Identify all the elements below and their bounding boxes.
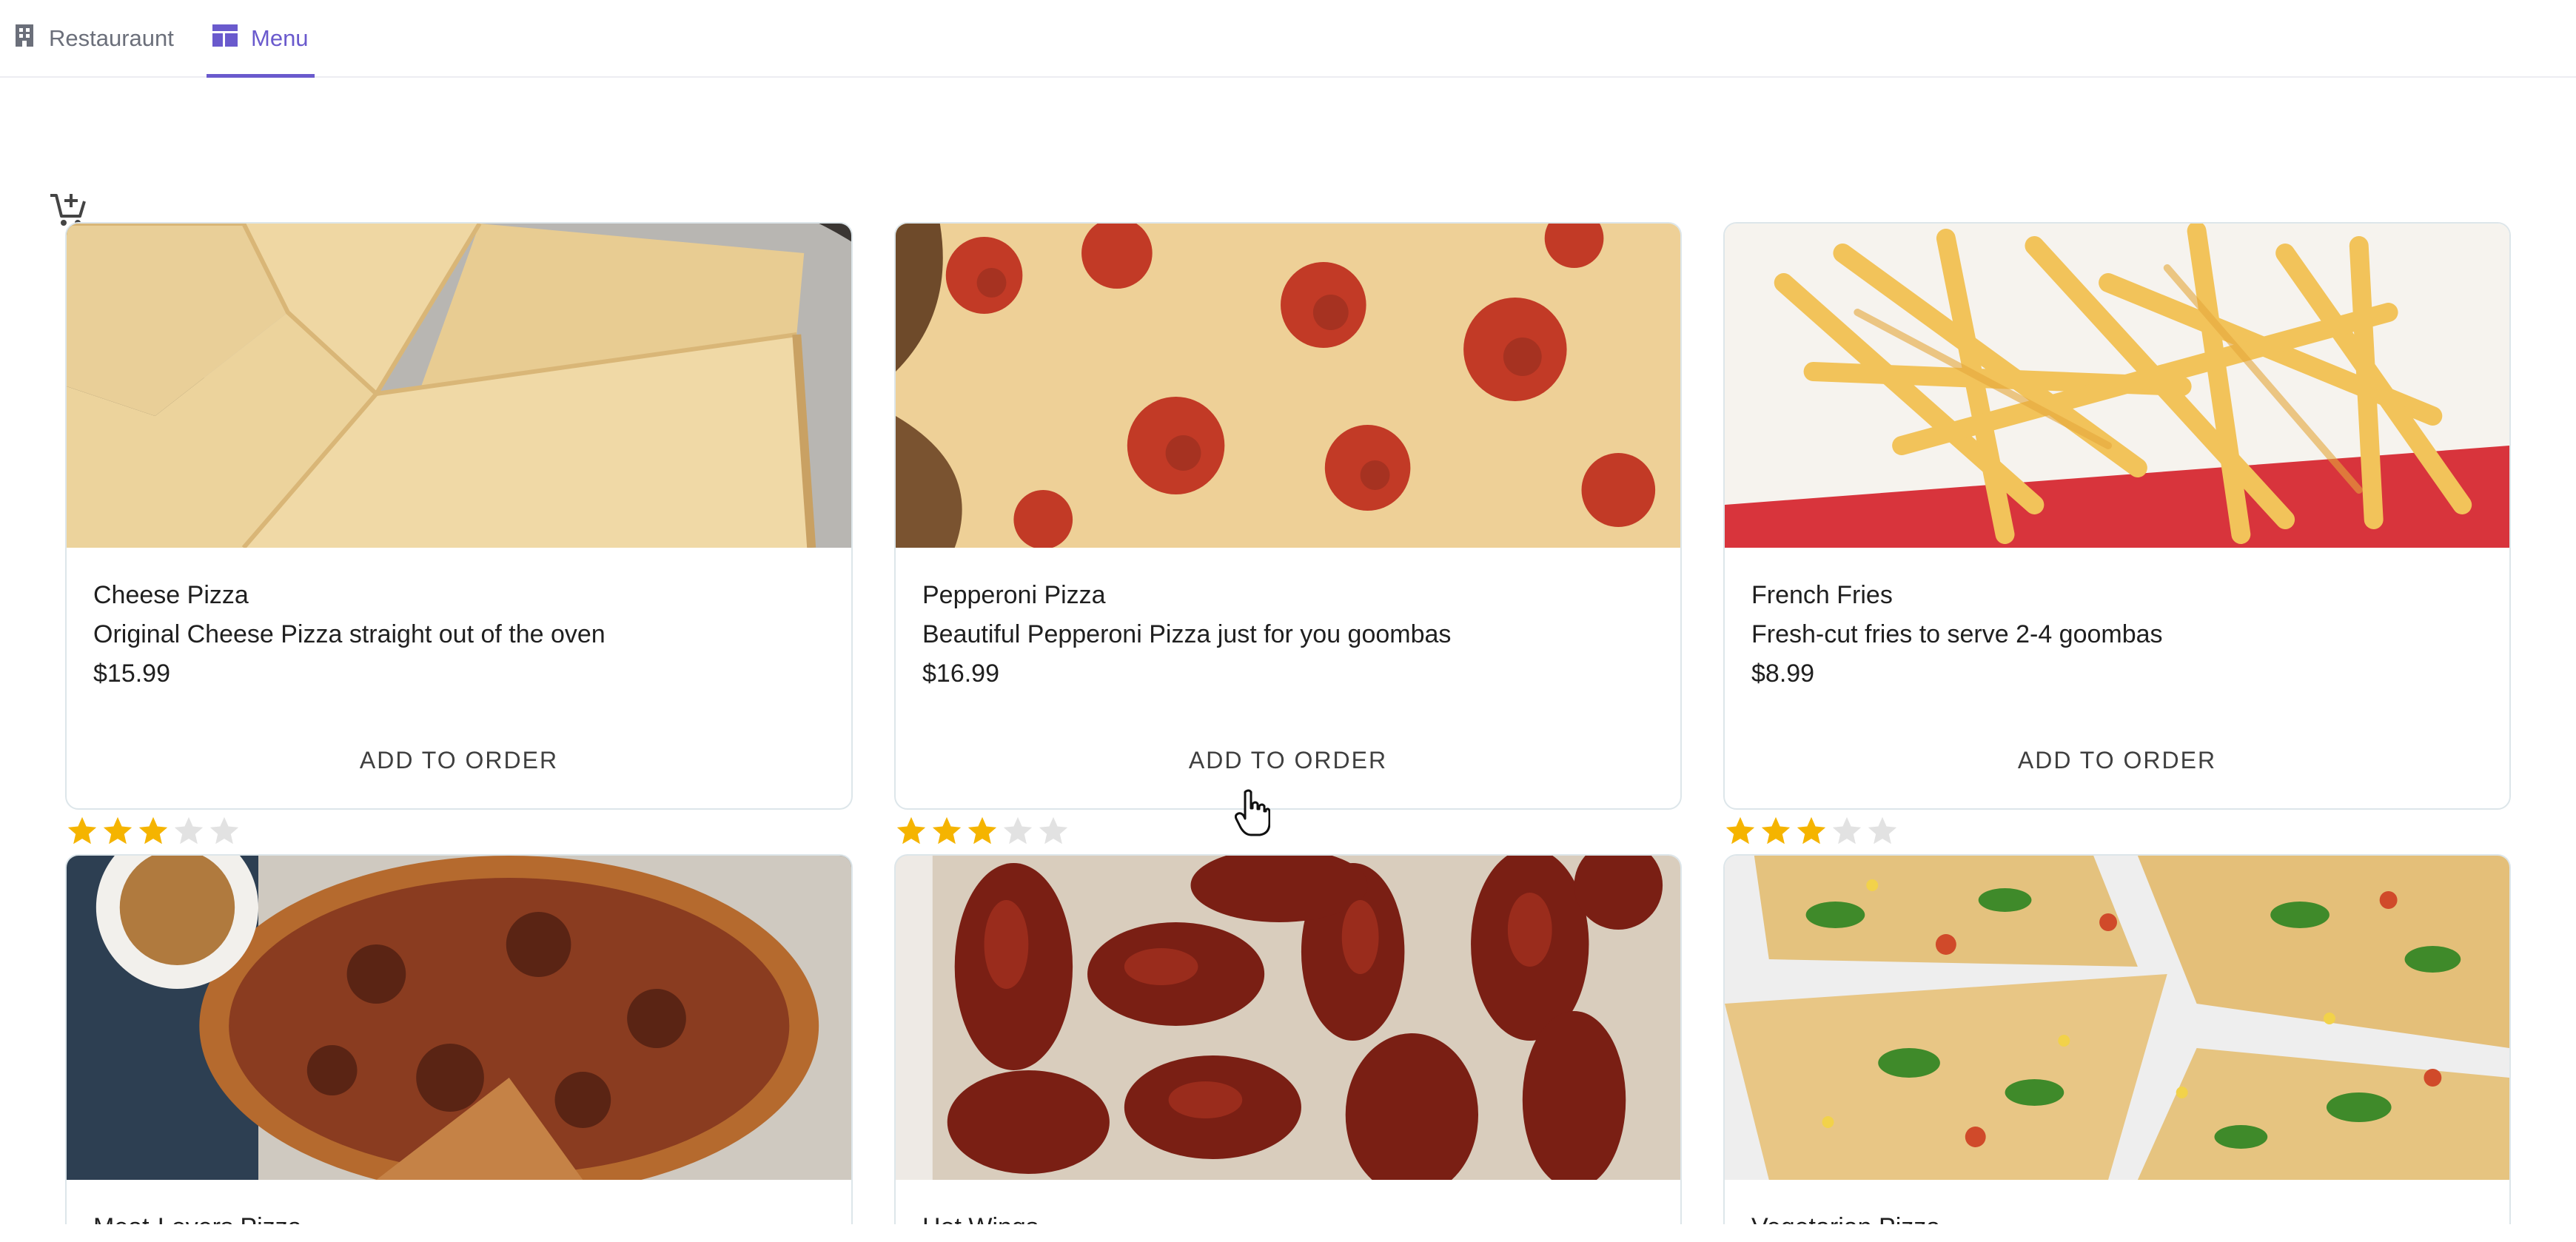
star-filled-icon[interactable]	[894, 814, 928, 848]
menu-card: Vegetarian Pizza	[1723, 854, 2511, 1224]
star-empty-icon[interactable]	[1001, 814, 1035, 848]
item-price: $8.99	[1751, 659, 1815, 688]
pepperoni-pizza-image	[896, 224, 1680, 548]
add-to-order-button[interactable]: ADD TO ORDER	[1167, 736, 1409, 785]
item-price: $15.99	[93, 659, 170, 688]
star-filled-icon[interactable]	[1794, 814, 1828, 848]
menu-card: French Fries Fresh-cut fries to serve 2-…	[1723, 222, 2511, 810]
item-description: Fresh-cut fries to serve 2-4 goombas	[1751, 620, 2163, 648]
star-empty-icon[interactable]	[1036, 814, 1070, 848]
star-filled-icon[interactable]	[930, 814, 964, 848]
menu-card: Pepperoni Pizza Beautiful Pepperoni Pizz…	[894, 222, 1682, 810]
tab-menu-label: Menu	[251, 24, 309, 51]
cheese-pizza-image	[67, 224, 851, 548]
vegetarian-pizza-image	[1725, 856, 2509, 1180]
tab-restaurant-label: Restauraunt	[49, 24, 174, 51]
menu-card: Cheese Pizza Original Cheese Pizza strai…	[65, 222, 853, 810]
item-description: Beautiful Pepperoni Pizza just for you g…	[922, 620, 1452, 648]
hand-pointer-cursor-icon	[1234, 789, 1271, 836]
tab-menu[interactable]: Menu	[207, 0, 315, 78]
active-tab-indicator	[207, 74, 315, 78]
star-filled-icon[interactable]	[1723, 814, 1757, 848]
add-to-order-button[interactable]: ADD TO ORDER	[338, 736, 580, 785]
building-icon	[13, 23, 36, 54]
rating-stars[interactable]	[894, 814, 1070, 850]
star-filled-icon[interactable]	[136, 814, 170, 848]
star-empty-icon[interactable]	[172, 814, 206, 848]
star-filled-icon[interactable]	[1759, 814, 1793, 848]
hot-wings-image	[896, 856, 1680, 1180]
star-filled-icon[interactable]	[65, 814, 99, 848]
item-name: Vegetarian Pizza	[1751, 1208, 2483, 1224]
item-name: Cheese Pizza	[93, 581, 249, 609]
item-name: Meat-Lovers Pizza	[93, 1208, 825, 1224]
top-nav-bar: Restauraunt Menu	[0, 0, 2576, 78]
menu-card: Meat-Lovers Pizza	[65, 854, 853, 1224]
star-empty-icon[interactable]	[1830, 814, 1864, 848]
dashboard-icon	[212, 24, 238, 53]
meat-lovers-pizza-image	[67, 856, 851, 1180]
item-name: Hot Wings	[922, 1208, 1654, 1224]
star-empty-icon[interactable]	[1865, 814, 1899, 848]
add-to-order-button[interactable]: ADD TO ORDER	[1996, 736, 2238, 785]
item-price: $16.99	[922, 659, 999, 688]
menu-card: Hot Wings	[894, 854, 1682, 1224]
star-empty-icon[interactable]	[207, 814, 241, 848]
item-name: Pepperoni Pizza	[922, 581, 1106, 609]
french-fries-image	[1725, 224, 2509, 548]
star-filled-icon[interactable]	[101, 814, 135, 848]
item-name: French Fries	[1751, 581, 1893, 609]
item-description: Original Cheese Pizza straight out of th…	[93, 620, 606, 648]
tab-restaurant[interactable]: Restauraunt	[13, 0, 174, 76]
star-filled-icon[interactable]	[965, 814, 999, 848]
rating-stars[interactable]	[1723, 814, 1899, 850]
rating-stars[interactable]	[65, 814, 241, 850]
